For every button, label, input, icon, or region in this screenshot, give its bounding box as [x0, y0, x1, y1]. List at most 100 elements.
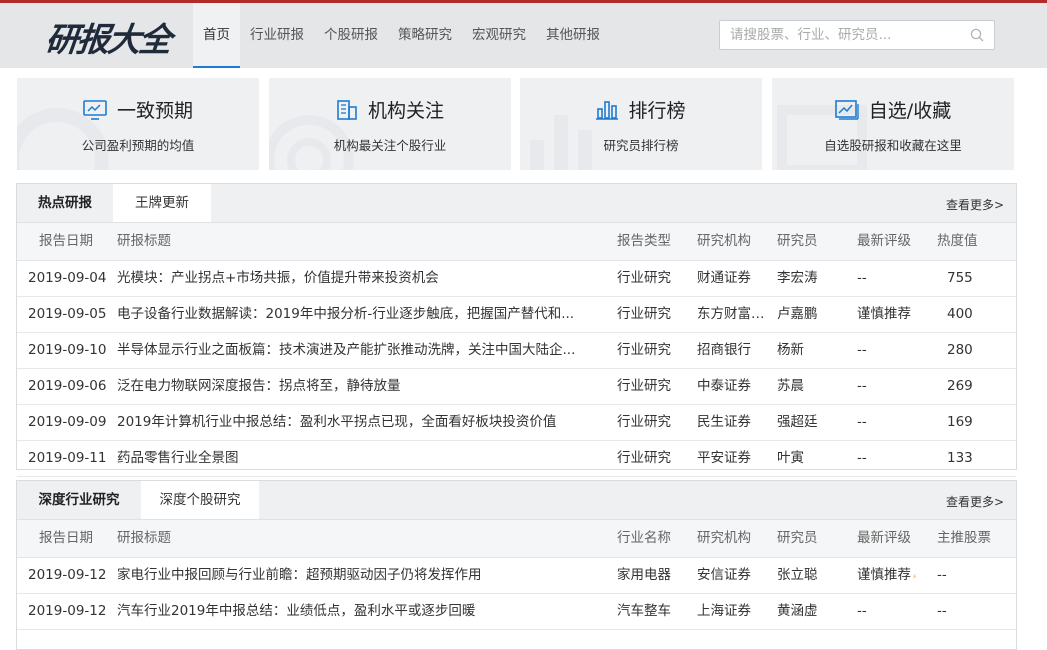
cell-rating: -- [857, 270, 867, 286]
tab-ace-updates[interactable]: 王牌更新 [113, 184, 211, 222]
cell-date: 2019-09-09 [28, 414, 107, 430]
table-header: 报告日期 研报标题 行业名称 研究机构 研究员 最新评级 主推股票 [17, 520, 1016, 558]
cell-title[interactable]: 家电行业中报回顾与行业前瞻：超预期驱动因子仍将发挥作用 [117, 558, 595, 592]
table-row: 2019-09-12 汽车行业2019年中报总结：业绩低点，盈利水平或逐步回暖 汽车… [17, 594, 1016, 630]
cell-type: 行业研究 [617, 378, 671, 394]
col-title: 研报标题 [117, 233, 171, 249]
col-industry: 行业名称 [617, 530, 671, 546]
cell-title[interactable]: 汽车行业2019年中报总结：业绩低点，盈利水平或逐步回暖 [117, 594, 595, 628]
cell-value: -- [937, 567, 947, 583]
cell-institution[interactable]: 东方财富证... [697, 297, 775, 331]
card-watchlist-favorites[interactable]: 自选/收藏 自选股研报和收藏在这里 [772, 78, 1014, 170]
cell-analyst[interactable]: 李宏涛 [777, 261, 851, 295]
nav-home[interactable]: 首页 [193, 3, 240, 68]
cell-analyst[interactable]: 张立聪 [777, 558, 851, 592]
table-row: 2019-09-06 泛在电力物联网深度报告：拐点将至，静待放量 行业研究 中泰证券苏… [17, 369, 1016, 405]
cell-institution[interactable]: 平安证券 [697, 441, 775, 475]
table-row: 2019-09-05 电子设备行业数据解读：2019年中报分析-行业逐步触底，把握… [17, 297, 1016, 333]
cell-type: 汽车整车 [617, 603, 671, 619]
col-heat: 热度值 [937, 233, 978, 249]
cell-value: 269 [947, 378, 973, 394]
cell-institution[interactable]: 安信证券 [697, 558, 775, 592]
card-subtitle: 机构最关注个股行业 [333, 138, 447, 153]
cell-title[interactable]: 电子设备行业数据解读：2019年中报分析-行业逐步触底，把握国产替代和... [117, 297, 595, 331]
cell-institution[interactable]: 上海证券 [697, 594, 775, 628]
cell-type: 家用电器 [617, 567, 671, 583]
hot-tabs: 热点研报 王牌更新 查看更多> [17, 184, 1016, 223]
cell-type: 行业研究 [617, 342, 671, 358]
nav-other-reports[interactable]: 其他研报 [536, 3, 610, 68]
card-subtitle: 自选股研报和收藏在这里 [824, 138, 962, 153]
nav-industry-reports[interactable]: 行业研报 [240, 3, 314, 68]
nav-macro-research[interactable]: 宏观研究 [462, 3, 536, 68]
cell-date: 2019-09-12 [28, 567, 107, 583]
cell-institution[interactable]: 中泰证券 [697, 369, 775, 403]
card-consensus-forecast[interactable]: 一致预期 公司盈利预期的均值 [17, 78, 259, 170]
cell-title[interactable]: 半导体显示行业之面板篇：技术演进及产能扩张推动洗牌，关注中国大陆企... [117, 333, 595, 367]
cell-analyst[interactable]: 黄涵虚 [777, 594, 851, 628]
cell-date: 2019-09-10 [28, 342, 107, 358]
table-row: 2019-09-10 半导体显示行业之面板篇：技术演进及产能扩张推动洗牌，关注中国… [17, 333, 1016, 369]
card-title: 机构关注 [269, 96, 511, 123]
card-subtitle: 公司盈利预期的均值 [81, 138, 195, 153]
cell-date: 2019-09-05 [28, 306, 107, 322]
col-rating: 最新评级 [857, 530, 911, 546]
building-icon [337, 100, 357, 120]
table-header: 报告日期 研报标题 报告类型 研究机构 研究员 最新评级 热度值 [17, 223, 1016, 261]
cell-date: 2019-09-11 [28, 450, 107, 466]
col-featured-stock: 主推股票 [937, 530, 991, 546]
tab-deep-industry[interactable]: 深度行业研究 [17, 481, 141, 519]
cell-date: 2019-09-06 [28, 378, 107, 394]
cell-value: -- [937, 603, 947, 619]
chart-window-icon [834, 100, 859, 120]
cell-analyst[interactable]: 卢嘉鹏 [777, 297, 851, 331]
feature-cards: 一致预期 公司盈利预期的均值 机构关注 机构最关注个股行业 排行榜 研究员排行榜… [17, 78, 1015, 170]
deep-research-panel: 深度行业研究 深度个股研究 查看更多> 报告日期 研报标题 行业名称 研究机构 … [16, 480, 1017, 650]
card-subtitle: 研究员排行榜 [603, 138, 679, 153]
col-analyst: 研究员 [777, 530, 818, 546]
view-more-link[interactable]: 查看更多> [946, 493, 1004, 510]
col-date: 报告日期 [39, 530, 93, 546]
monitor-icon [83, 100, 107, 120]
cell-value: 133 [947, 450, 973, 466]
cell-institution[interactable]: 招商银行 [697, 333, 775, 367]
site-logo[interactable]: 研报大全 [43, 13, 172, 61]
nav-stock-reports[interactable]: 个股研报 [314, 3, 388, 68]
cell-analyst[interactable]: 叶寅 [777, 441, 851, 475]
cell-value: 280 [947, 342, 973, 358]
cell-institution[interactable]: 财通证券 [697, 261, 775, 295]
cell-analyst[interactable]: 强超廷 [777, 405, 851, 439]
col-type: 报告类型 [617, 233, 671, 249]
header: 研报大全 首页 行业研报 个股研报 策略研究 宏观研究 其他研报 [0, 3, 1047, 68]
col-title: 研报标题 [117, 530, 171, 546]
cell-type: 行业研究 [617, 270, 671, 286]
search-icon[interactable] [970, 28, 984, 42]
cell-title[interactable]: 2019年计算机行业中报总结：盈利水平拐点已现，全面看好板块投资价值 [117, 405, 595, 439]
cell-analyst[interactable]: 杨新 [777, 333, 851, 367]
card-institution-focus[interactable]: 机构关注 机构最关注个股行业 [269, 78, 511, 170]
search-box [719, 20, 995, 50]
table-row: 2019-09-09 2019年计算机行业中报总结：盈利水平拐点已现，全面看好板块… [17, 405, 1016, 441]
hot-table-body: 2019-09-04 光模块：产业拐点+市场共振，价值提升带来投资机会 行业研究 财通… [17, 261, 1016, 477]
col-institution: 研究机构 [697, 530, 751, 546]
nav-strategy-research[interactable]: 策略研究 [388, 3, 462, 68]
tab-hot-research[interactable]: 热点研报 [17, 184, 113, 222]
cell-institution[interactable]: 民生证券 [697, 405, 775, 439]
cell-title[interactable]: 药品零售行业全景图 [117, 441, 595, 475]
card-title: 排行榜 [520, 96, 762, 123]
search-input[interactable] [720, 21, 960, 49]
card-rankings[interactable]: 排行榜 研究员排行榜 [520, 78, 762, 170]
cell-title[interactable]: 泛在电力物联网深度报告：拐点将至，静待放量 [117, 369, 595, 403]
cell-date: 2019-09-12 [28, 603, 107, 619]
cell-value: 169 [947, 414, 973, 430]
table-row: 2019-09-12 家电行业中报回顾与行业前瞻：超预期驱动因子仍将发挥作用 家用电… [17, 558, 1016, 594]
card-title: 一致预期 [17, 96, 259, 123]
cell-rating: -- [857, 378, 867, 394]
table-row: 2019-09-11 药品零售行业全景图 行业研究 平安证券 叶寅 -- 133 [17, 441, 1016, 477]
tab-deep-stock[interactable]: 深度个股研究 [141, 481, 259, 519]
view-more-link[interactable]: 查看更多> [946, 196, 1004, 213]
cell-analyst[interactable]: 苏晨 [777, 369, 851, 403]
cell-type: 行业研究 [617, 450, 671, 466]
cell-title[interactable]: 光模块：产业拐点+市场共振，价值提升带来投资机会 [117, 261, 595, 295]
cell-rating: -- [857, 342, 867, 358]
